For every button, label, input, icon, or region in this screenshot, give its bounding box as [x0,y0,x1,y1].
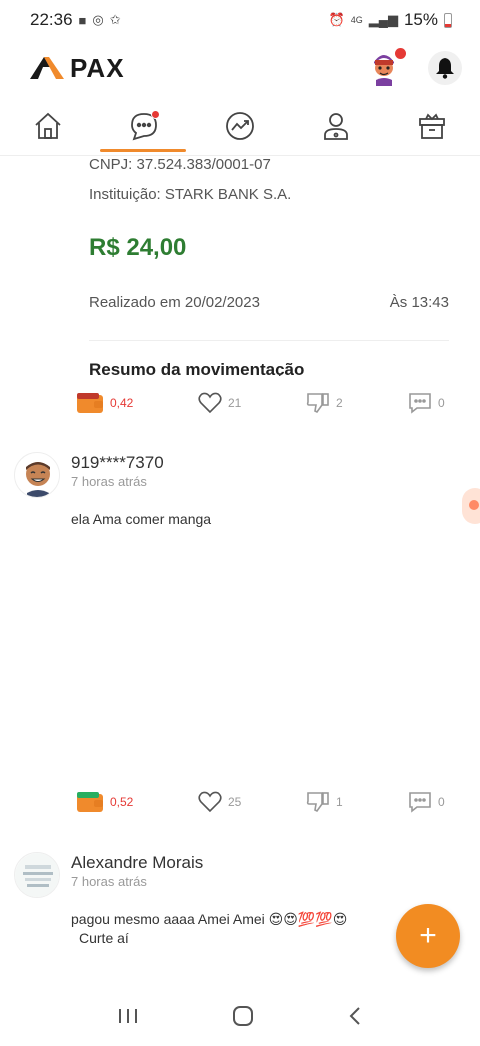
receipt-cnpj: CNPJ: 37.524.383/0001-07 [89,156,271,173]
status-left: 22:36 ■ ◎ ✩ [30,10,121,30]
post-text-line-2: Curte aí [79,930,129,946]
back-button[interactable] [347,1005,363,1032]
battery-icon [444,12,452,28]
tip-value: 0,42 [110,396,134,410]
tip-value: 0,52 [110,795,134,809]
wallet-icon [77,792,103,812]
post-header: Alexandre Morais 7 horas atrás [14,852,203,898]
network-label: 4G [350,15,363,25]
plus-icon: + [419,919,437,952]
nav-profile[interactable] [316,106,356,146]
like-button[interactable]: 25 [198,787,241,817]
system-nav-bar [0,990,480,1046]
post-actions: 0,42 21 2 0 [0,388,480,418]
comment-count: 0 [438,396,445,410]
user-avatar[interactable] [366,48,406,86]
back-icon [349,1006,361,1025]
home-icon [35,112,61,139]
receipt-date: Realizado em 20/02/2023 [89,294,260,311]
tip-button[interactable]: 0,42 [76,388,133,418]
avatar-notification-dot [395,48,406,59]
home-button[interactable] [232,1005,254,1032]
post-username[interactable]: 919****7370 [71,452,164,474]
logo-mark-icon [30,57,64,79]
nav-home[interactable] [28,106,68,146]
receipt-divider [89,340,449,341]
post-timestamp: 7 horas atrás [71,474,147,489]
tip-button[interactable]: 0,52 [76,787,133,817]
nav-trending[interactable] [220,106,260,146]
post-username[interactable]: Alexandre Morais [71,852,203,874]
receipt-amount: R$ 24,00 [89,234,187,261]
dislike-button[interactable]: 1 [306,787,343,817]
video-icon: ■ [78,12,87,28]
dislike-count: 1 [336,795,343,809]
app-header: PAX [0,40,480,96]
avatar-icon [15,853,59,897]
battery-percent: 15% [403,10,438,29]
comment-icon [409,792,431,813]
comment-count: 0 [438,795,445,809]
recent-apps-icon [118,1008,137,1023]
heart-icon [198,392,222,414]
avatar-icon [15,453,59,497]
status-time: 22:36 [30,10,73,29]
avatar[interactable] [14,452,60,498]
nav-gift[interactable] [412,106,452,146]
receipt-institution: Instituição: STARK BANK S.A. [89,186,292,203]
thumbs-down-icon [306,393,329,414]
like-count: 21 [228,396,242,410]
post-header: 919****7370 7 horas atrás [14,452,164,498]
trending-icon [226,112,254,140]
post-timestamp: 7 horas atrás [71,874,147,889]
heart-icon [198,791,222,813]
receipt-section-title: Resumo da movimentação [89,360,305,376]
status-right: ⏰ 4G ▂▄▆ 15% [329,10,452,30]
top-nav [0,100,480,156]
wallet-icon [77,393,103,413]
logo-text: PAX [70,52,125,83]
gift-icon [419,113,445,139]
star-icon: ✩ [109,12,121,27]
post-text: ela Ama comer manga [71,511,212,527]
post-actions: 0,52 25 1 0 [0,787,480,817]
comment-icon [409,393,431,414]
home-circle-icon [232,1005,253,1026]
like-button[interactable]: 21 [198,388,241,418]
floating-bubble[interactable] [462,488,480,524]
user-icon [324,113,348,140]
chat-badge [151,110,160,119]
comment-button[interactable]: 0 [408,388,445,418]
nav-chat[interactable] [124,106,164,146]
active-tab-indicator [100,149,186,152]
alarm-icon: ⏰ [328,12,345,27]
thumbs-down-icon [306,792,329,813]
post-text-line-1: pagou mesmo aaaa Amei Amei 😍😍💯💯😍 [71,911,348,927]
app-logo[interactable]: PAX [30,53,125,84]
sync-icon: ◎ [92,12,104,27]
signal-icon: ▂▄▆ [368,12,398,27]
receipt-time: Às 13:43 [389,294,449,311]
like-count: 25 [228,795,242,809]
create-post-button[interactable]: + [396,904,460,968]
status-bar: 22:36 ■ ◎ ✩ ⏰ 4G ▂▄▆ 15% [0,0,480,40]
recent-apps-button[interactable] [117,1007,139,1030]
receipt-preview[interactable]: CNPJ: 37.524.383/0001-07 Instituição: ST… [89,156,449,376]
notifications-button[interactable] [428,51,462,85]
comment-button[interactable]: 0 [408,787,445,817]
dislike-count: 2 [336,396,343,410]
dislike-button[interactable]: 2 [306,388,343,418]
avatar[interactable] [14,852,60,898]
bell-icon [436,58,454,79]
